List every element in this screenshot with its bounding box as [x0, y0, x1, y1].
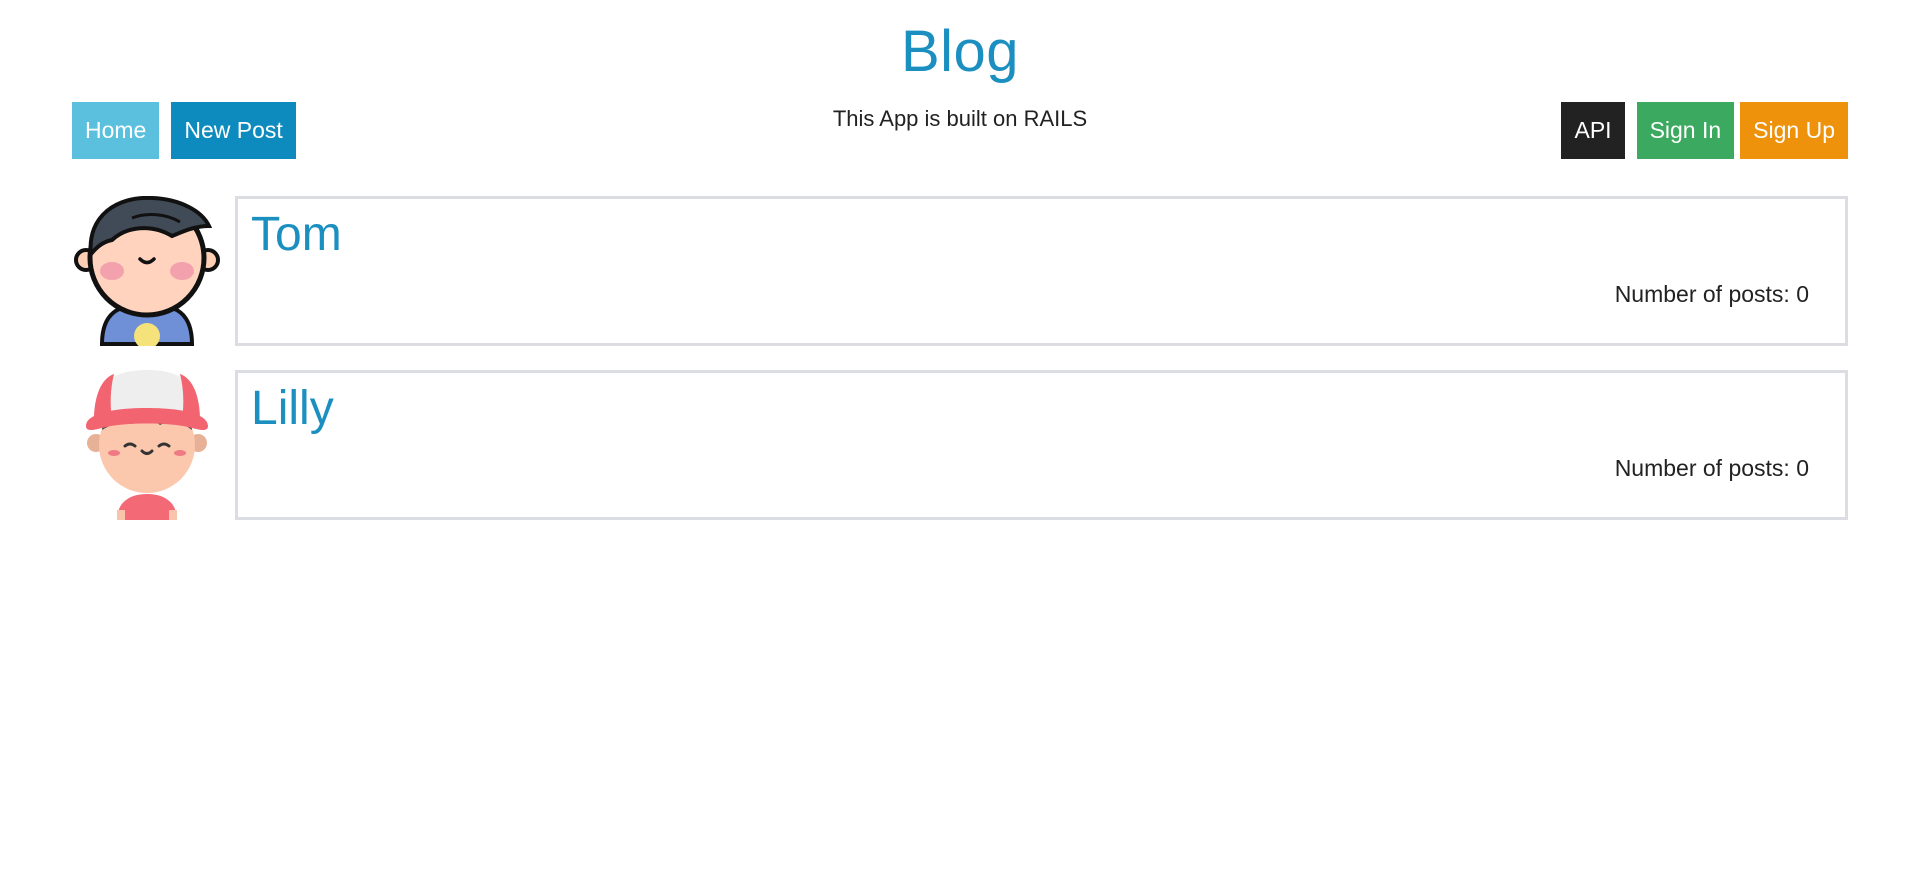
sign-up-button[interactable]: Sign Up [1740, 102, 1848, 159]
user-name-link[interactable]: Tom [251, 207, 342, 262]
user-card: Lilly Number of posts: 0 [235, 370, 1848, 520]
post-count: Number of posts: 0 [1614, 455, 1809, 481]
user-name-link[interactable]: Lilly [251, 381, 334, 436]
home-button[interactable]: Home [72, 102, 160, 159]
boy-avatar-icon [72, 195, 222, 349]
user-card: Tom Number of posts: 0 [235, 196, 1848, 346]
api-button[interactable]: API [1561, 102, 1625, 159]
user-row-tom: Tom Number of posts: 0 [72, 195, 1848, 349]
nav-left: Home New Post [72, 102, 296, 159]
post-count: Number of posts: 0 [1614, 281, 1809, 307]
girl-cap-avatar-icon [72, 370, 222, 520]
site-title: Blog [900, 19, 1020, 84]
user-row-lilly: Lilly Number of posts: 0 [72, 370, 1848, 520]
nav-right: API Sign In Sign Up [1561, 102, 1848, 159]
new-post-button[interactable]: New Post [171, 102, 296, 159]
sign-in-button[interactable]: Sign In [1636, 102, 1735, 159]
